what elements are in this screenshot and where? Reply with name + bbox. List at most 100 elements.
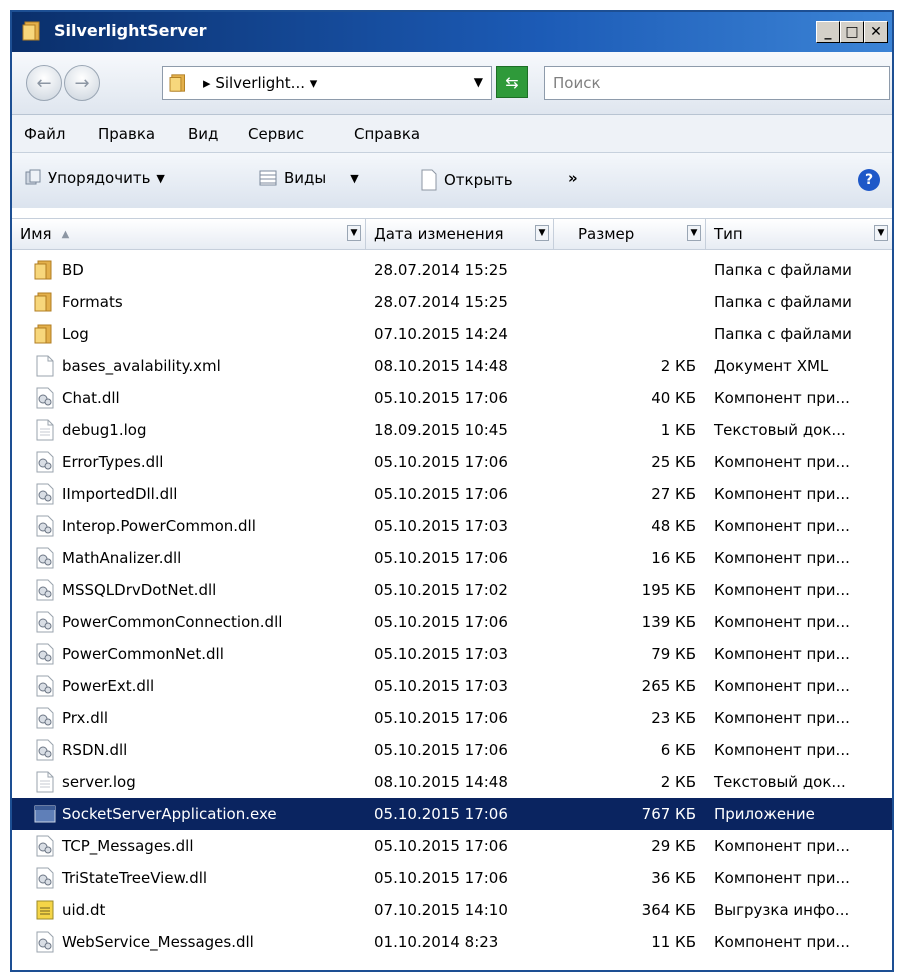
table-row[interactable]: BD 28.07.2014 15:25 Папка с файлами [12,254,892,286]
table-row[interactable]: TriStateTreeView.dll 05.10.2015 17:06 36 К… [12,862,892,894]
dll-icon [36,643,54,665]
file-size: 16 КБ [651,549,696,567]
file-name: ErrorTypes.dll [62,453,164,471]
table-row[interactable]: debug1.log 18.09.2015 10:45 1 КБ Текстовый … [12,414,892,446]
file-type: Компонент при... [714,549,850,567]
table-row[interactable]: TCP_Messages.dll 05.10.2015 17:06 29 КБ Ком… [12,830,892,862]
table-row[interactable]: uid.dt 07.10.2015 14:10 364 КБ Выгрузка инф… [12,894,892,926]
file-date: 07.10.2015 14:24 [374,325,508,343]
organize-label: Упорядочить [48,169,151,187]
file-date: 05.10.2015 17:03 [374,677,508,695]
file-name: server.log [62,773,136,791]
file-size: 36 КБ [651,869,696,887]
file-size: 2 КБ [660,773,696,791]
table-row[interactable]: Formats 28.07.2014 15:25 Папка с файлами [12,286,892,318]
table-row[interactable]: MSSQLDrvDotNet.dll 05.10.2015 17:02 195 КБ… [12,574,892,606]
file-size: 265 КБ [641,677,696,695]
chevron-down-icon[interactable]: ▼ [874,225,888,241]
file-name: RSDN.dll [62,741,128,759]
file-size: 48 КБ [651,517,696,535]
table-row[interactable]: ErrorTypes.dll 05.10.2015 17:06 25 КБ Компо… [12,446,892,478]
close-button[interactable]: ✕ [864,21,888,43]
breadcrumb-dropdown-icon: ▾ [305,74,318,92]
dll-icon [36,483,54,505]
file-size: 40 КБ [651,389,696,407]
table-row[interactable]: RSDN.dll 05.10.2015 17:06 6 КБ Компонент пр… [12,734,892,766]
file-type: Текстовый док... [714,773,846,791]
chevron-down-icon[interactable]: ▼ [474,75,483,89]
chevron-down-icon[interactable]: ▼ [347,225,361,241]
file-size: 25 КБ [651,453,696,471]
address-bar[interactable]: ▸ Silverlight... ▾ ▼ [162,66,492,100]
file-name: Formats [62,293,123,311]
title-bar[interactable]: SilverlightServer _ □ ✕ [12,12,892,52]
sort-ascending-icon: ▲ [61,228,70,240]
file-name: MSSQLDrvDotNet.dll [62,581,217,599]
file-date: 07.10.2015 14:10 [374,901,508,919]
dll-icon [36,739,54,761]
maximize-button[interactable]: □ [840,21,864,43]
file-date: 05.10.2015 17:06 [374,549,508,567]
file-date: 05.10.2015 17:06 [374,837,508,855]
file-name: Chat.dll [62,389,120,407]
more-commands-button[interactable]: » [568,169,578,187]
folder-icon [34,324,52,344]
column-name[interactable]: Имя ▲ ▼ [12,219,366,249]
table-row[interactable]: Interop.PowerCommon.dll 05.10.2015 17:03 4… [12,510,892,542]
views-icon [259,170,277,186]
table-row[interactable]: MathAnalizer.dll 05.10.2015 17:06 16 КБ Ком… [12,542,892,574]
exe-icon [34,805,56,823]
file-list-pane: Имя ▲ ▼ Дата изменения ▼ Размер ▼ Тип ▼ … [12,208,892,970]
minimize-icon: _ [824,24,832,40]
file-type: Компонент при... [714,581,850,599]
search-input[interactable]: Поиск [544,66,890,100]
help-button[interactable]: ? [858,169,880,191]
file-date: 05.10.2015 17:06 [374,741,508,759]
forward-button[interactable]: → [64,65,100,101]
views-label: Виды [284,169,327,187]
table-row[interactable]: IImportedDll.dll 05.10.2015 17:06 27 КБ Ком… [12,478,892,510]
minimize-button[interactable]: _ [816,21,840,43]
folder-icon [34,292,52,312]
table-row[interactable]: Prx.dll 05.10.2015 17:06 23 КБ Компонент пр… [12,702,892,734]
menu-edit[interactable]: Правка [98,125,155,143]
back-button[interactable]: ← [26,65,62,101]
table-row[interactable]: Log 07.10.2015 14:24 Папка с файлами [12,318,892,350]
table-row[interactable]: PowerExt.dll 05.10.2015 17:03 265 КБ Компон… [12,670,892,702]
file-name: BD [62,261,84,279]
column-type[interactable]: Тип ▼ [706,219,892,249]
table-row[interactable]: PowerCommonConnection.dll 05.10.2015 17:0… [12,606,892,638]
dll-icon [36,515,54,537]
dll-icon [36,707,54,729]
file-type: Компонент при... [714,389,850,407]
table-row[interactable]: WebService_Messages.dll 01.10.2014 8:23 11… [12,926,892,958]
open-button[interactable]: Открыть [420,169,513,191]
file-name: PowerCommonNet.dll [62,645,224,663]
chevron-down-icon[interactable]: ▼ [687,225,701,241]
table-row[interactable]: SocketServerApplication.exe 05.10.2015 17… [12,798,892,830]
file-type: Компонент при... [714,933,850,951]
column-date[interactable]: Дата изменения ▼ [366,219,554,249]
table-row[interactable]: Chat.dll 05.10.2015 17:06 40 КБ Компонент п… [12,382,892,414]
menu-view[interactable]: Вид [188,125,218,143]
help-icon: ? [864,172,874,188]
address-path[interactable]: ▸ Silverlight... ▾ [203,74,317,92]
views-button[interactable]: Виды ▼ [258,169,359,187]
file-size: 195 КБ [641,581,696,599]
table-row[interactable]: bases_avalability.xml 08.10.2015 14:48 2 К… [12,350,892,382]
refresh-button[interactable]: ⇆ [496,66,528,98]
organize-button[interactable]: Упорядочить ▼ [24,169,165,187]
menu-help[interactable]: Справка [354,125,420,143]
chevron-down-icon[interactable]: ▼ [535,225,549,241]
chevron-down-icon: ▼ [156,171,165,185]
file-size [572,254,696,286]
menu-tools[interactable]: Сервис [248,125,304,143]
table-row[interactable]: PowerCommonNet.dll 05.10.2015 17:03 79 КБ К… [12,638,892,670]
menu-file[interactable]: Файл [24,125,65,143]
file-date: 18.09.2015 10:45 [374,421,508,439]
refresh-icon: ⇆ [505,72,519,92]
dump-file-icon [36,900,54,920]
table-row[interactable]: server.log 08.10.2015 14:48 2 КБ Текстовый … [12,766,892,798]
column-size[interactable]: Размер ▼ [554,219,706,249]
command-bar: Упорядочить ▼ Виды ▼ Открыть » ? [12,152,892,210]
